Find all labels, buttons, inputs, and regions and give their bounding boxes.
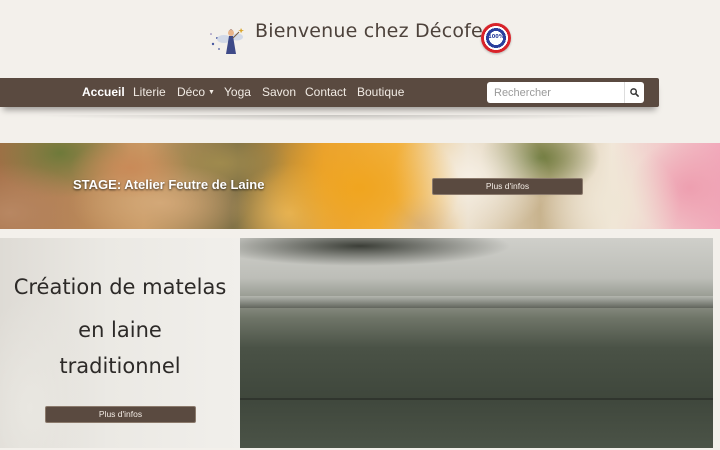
fairy-logo-icon[interactable] bbox=[207, 22, 251, 62]
matelas-banner[interactable]: Création de matelas en laine traditionne… bbox=[0, 238, 713, 448]
main-navbar: Accueil Literie Déco ▼ Yoga Savon Contact… bbox=[0, 78, 659, 107]
matelas-photo bbox=[240, 238, 713, 448]
nav-item-deco[interactable]: Déco ▼ bbox=[177, 85, 215, 99]
nav-item-deco-label: Déco bbox=[177, 85, 206, 99]
stage-label: STAGE: Atelier Feutre de Laine bbox=[73, 177, 265, 192]
matelas-heading-line-2: en laine bbox=[78, 318, 162, 342]
matelas-heading-line-3: traditionnel bbox=[59, 354, 181, 378]
search-button[interactable] bbox=[624, 82, 644, 103]
matelas-heading-line-1: Création de matelas bbox=[13, 275, 227, 299]
badge-text: 100% bbox=[488, 34, 504, 40]
made-in-france-badge-icon: 100% bbox=[481, 23, 511, 53]
matelas-more-info-button[interactable]: Plus d'infos bbox=[45, 406, 196, 423]
matelas-text-panel: Création de matelas en laine traditionne… bbox=[0, 238, 240, 448]
search-icon bbox=[630, 88, 639, 97]
navbar-shadow bbox=[30, 115, 630, 121]
nav-item-yoga[interactable]: Yoga bbox=[224, 85, 251, 99]
site-header: Bienvenue chez Décofee 100% bbox=[0, 0, 720, 78]
nav-item-literie[interactable]: Literie bbox=[133, 85, 166, 99]
site-title[interactable]: Bienvenue chez Décofee bbox=[255, 20, 495, 42]
stage-banner[interactable]: STAGE: Atelier Feutre de Laine Plus d'in… bbox=[0, 143, 720, 229]
stage-more-info-button[interactable]: Plus d'infos bbox=[432, 178, 583, 195]
nav-item-boutique[interactable]: Boutique bbox=[357, 85, 404, 99]
nav-item-savon[interactable]: Savon bbox=[262, 85, 296, 99]
nav-item-contact[interactable]: Contact bbox=[305, 85, 346, 99]
matelas-seam bbox=[240, 296, 713, 308]
nav-item-accueil[interactable]: Accueil bbox=[82, 85, 125, 99]
matelas-seam-line bbox=[240, 398, 713, 400]
search-input[interactable] bbox=[487, 82, 624, 103]
caret-down-icon: ▼ bbox=[208, 89, 215, 96]
